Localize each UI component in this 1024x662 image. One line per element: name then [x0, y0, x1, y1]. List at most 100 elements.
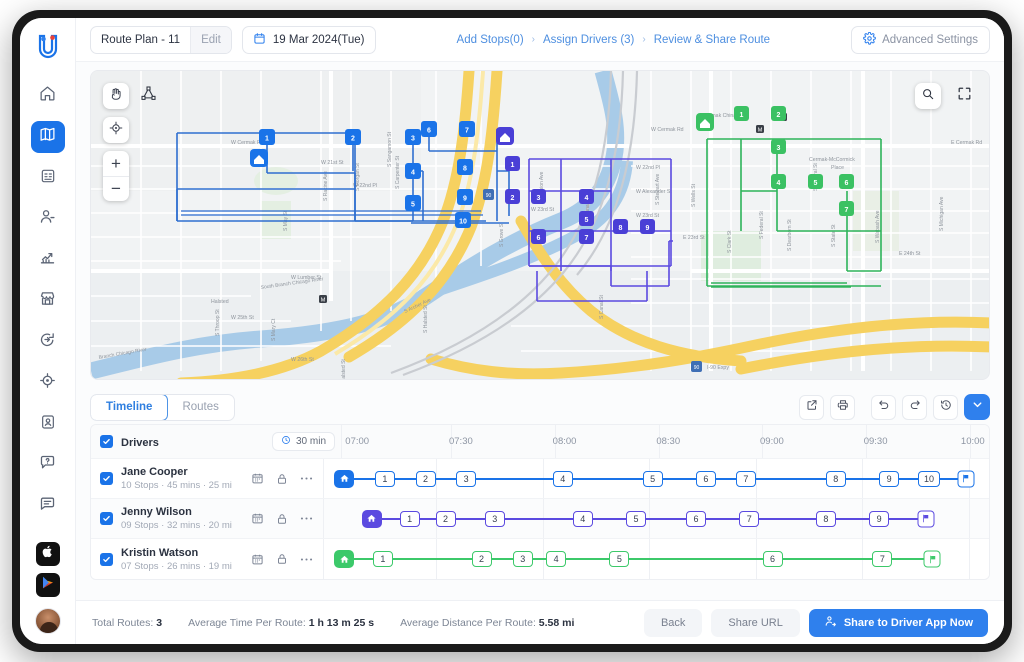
advanced-settings-label: Advanced Settings: [882, 33, 978, 46]
svg-text:5: 5: [585, 217, 589, 224]
timeline-stop-chip[interactable]: 7: [739, 510, 760, 527]
sidebar-item-contacts[interactable]: [31, 408, 65, 440]
timeline-stop-chip[interactable]: 5: [642, 470, 663, 487]
schedule-icon[interactable]: [251, 512, 264, 525]
edit-plan-button[interactable]: Edit: [190, 26, 231, 53]
back-button[interactable]: Back: [643, 608, 703, 637]
share-to-driver-app-button[interactable]: Share to Driver App Now: [808, 608, 988, 637]
timeline-stop-chip[interactable]: 6: [695, 470, 716, 487]
route-logo-icon[interactable]: [31, 30, 65, 64]
lock-icon[interactable]: [276, 553, 288, 565]
timeline-stop-chip[interactable]: 8: [825, 470, 846, 487]
history-button[interactable]: [933, 394, 958, 420]
timeline-stop-chip[interactable]: 3: [456, 470, 477, 487]
route-start-depot-icon[interactable]: [334, 469, 355, 488]
timeline-stop-chip[interactable]: 4: [552, 470, 573, 487]
timeline-stop-chip[interactable]: 6: [685, 510, 706, 527]
more-options-icon[interactable]: [300, 516, 313, 521]
driver-checkbox[interactable]: [99, 512, 113, 525]
timeline-stop-chip[interactable]: 9: [879, 470, 900, 487]
tab-timeline[interactable]: Timeline: [90, 394, 169, 420]
select-all-checkbox[interactable]: [99, 435, 113, 448]
date-picker[interactable]: 19 Mar 2024(Tue): [241, 25, 376, 54]
sidebar-item-tracking[interactable]: [31, 367, 65, 399]
zoom-out-button[interactable]: −: [103, 176, 129, 201]
lock-icon[interactable]: [276, 473, 288, 485]
sidebar-item-help[interactable]: [31, 449, 65, 481]
sidebar-item-analytics[interactable]: [31, 244, 65, 276]
breadcrumb-assign-drivers[interactable]: Assign Drivers (3): [543, 34, 634, 46]
timeline-stop-chip[interactable]: 4: [572, 510, 593, 527]
timeline-stop-chip[interactable]: 7: [872, 551, 893, 567]
route-end-flag-icon[interactable]: [923, 550, 941, 568]
timeline-stop-chip[interactable]: 4: [546, 551, 567, 567]
print-button[interactable]: [830, 394, 855, 420]
apple-store-badge[interactable]: [35, 542, 60, 566]
redo-button[interactable]: [902, 394, 927, 420]
table-row[interactable]: Kristin Watson 07 Stops · 26 mins · 19 mi…: [91, 539, 989, 579]
driver-timeline[interactable]: 1 2 3 4 5 6 7 8 9 10: [323, 459, 989, 498]
map-search-button[interactable]: [915, 83, 941, 109]
tab-routes[interactable]: Routes: [167, 395, 233, 420]
driver-timeline[interactable]: 12 3 4 5 6 7 8 9: [323, 499, 989, 538]
more-options-icon[interactable]: [300, 476, 313, 481]
timeline-stop-chip[interactable]: 9: [869, 510, 890, 527]
schedule-icon[interactable]: [251, 472, 264, 485]
zoom-in-button[interactable]: +: [103, 151, 129, 176]
timeline-stop-chip[interactable]: 2: [415, 470, 436, 487]
timeline-stop-chip[interactable]: 3: [512, 551, 533, 567]
pan-hand-tool[interactable]: [103, 83, 129, 109]
timeline-stop-chip[interactable]: 2: [435, 510, 456, 527]
sidebar-item-drivers[interactable]: [31, 203, 65, 235]
timeline-stop-chip[interactable]: 5: [609, 551, 630, 567]
sidebar-item-routes[interactable]: [30, 121, 65, 153]
route-start-depot-icon[interactable]: [361, 509, 382, 528]
driver-timeline[interactable]: 1 2 34 5 6 7: [323, 539, 989, 579]
draw-polygon-tool[interactable]: [135, 83, 161, 109]
timeline-stop-chip[interactable]: 5: [626, 510, 647, 527]
timeline-stop-chip[interactable]: 2: [471, 551, 492, 567]
polygon-icon: [140, 86, 156, 106]
timeline-stop-chip[interactable]: 3: [484, 510, 505, 527]
collapse-panel-button[interactable]: [964, 394, 990, 420]
schedule-icon[interactable]: [251, 553, 264, 566]
advanced-settings-button[interactable]: Advanced Settings: [851, 25, 990, 54]
driver-checkbox[interactable]: [99, 552, 113, 566]
breadcrumb-add-stops[interactable]: Add Stops(0): [457, 34, 524, 46]
more-options-icon[interactable]: [300, 557, 313, 562]
sidebar-item-home[interactable]: [31, 80, 65, 112]
table-row[interactable]: Jenny Wilson 09 Stops · 32 mins · 20 mi 1 2…: [91, 499, 989, 539]
stat-label: Average Time Per Route:: [188, 616, 306, 629]
sidebar-item-messages[interactable]: [31, 490, 65, 522]
breadcrumb-review-share[interactable]: Review & Share Route: [654, 34, 770, 46]
timeline-stop-chip[interactable]: 10: [918, 470, 941, 487]
route-start-depot-icon[interactable]: [334, 550, 355, 568]
avatar[interactable]: [34, 608, 61, 634]
route-end-flag-icon[interactable]: [917, 510, 935, 527]
svg-text:W 23rd St: W 23rd St: [531, 207, 555, 213]
sidebar-item-orders[interactable]: [31, 162, 65, 194]
svg-text:S State St: S State St: [831, 224, 837, 247]
table-row[interactable]: Jane Cooper 10 Stops · 45 mins · 25 mi 1 2 3…: [91, 459, 989, 499]
svg-text:4: 4: [777, 180, 781, 187]
export-button[interactable]: [799, 394, 824, 420]
locate-me[interactable]: [103, 117, 129, 143]
driver-checkbox[interactable]: [99, 472, 113, 485]
share-url-button[interactable]: Share URL: [711, 608, 800, 637]
row-actions: [251, 553, 323, 566]
timeline-stop-chip[interactable]: 1: [399, 510, 420, 527]
fullscreen-button[interactable]: [951, 83, 977, 109]
timeline-stop-chip[interactable]: 7: [735, 470, 756, 487]
sidebar-item-warehouse[interactable]: [31, 285, 65, 317]
map-canvas[interactable]: W Cermak Rd W 21st St W 22nd Pl W 23rd S…: [90, 70, 990, 380]
sidebar-item-dispatch[interactable]: [31, 326, 65, 358]
lock-icon[interactable]: [276, 513, 288, 525]
undo-button[interactable]: [871, 394, 896, 420]
timeline-stop-chip[interactable]: 1: [372, 551, 393, 567]
timeline-stop-chip[interactable]: 6: [762, 551, 783, 567]
timeline-stop-chip[interactable]: 8: [815, 510, 836, 527]
timeline-stop-chip[interactable]: 1: [374, 470, 395, 487]
interval-chip[interactable]: 30 min: [271, 432, 335, 451]
google-play-badge[interactable]: [35, 573, 60, 597]
route-end-flag-icon[interactable]: [957, 470, 975, 487]
